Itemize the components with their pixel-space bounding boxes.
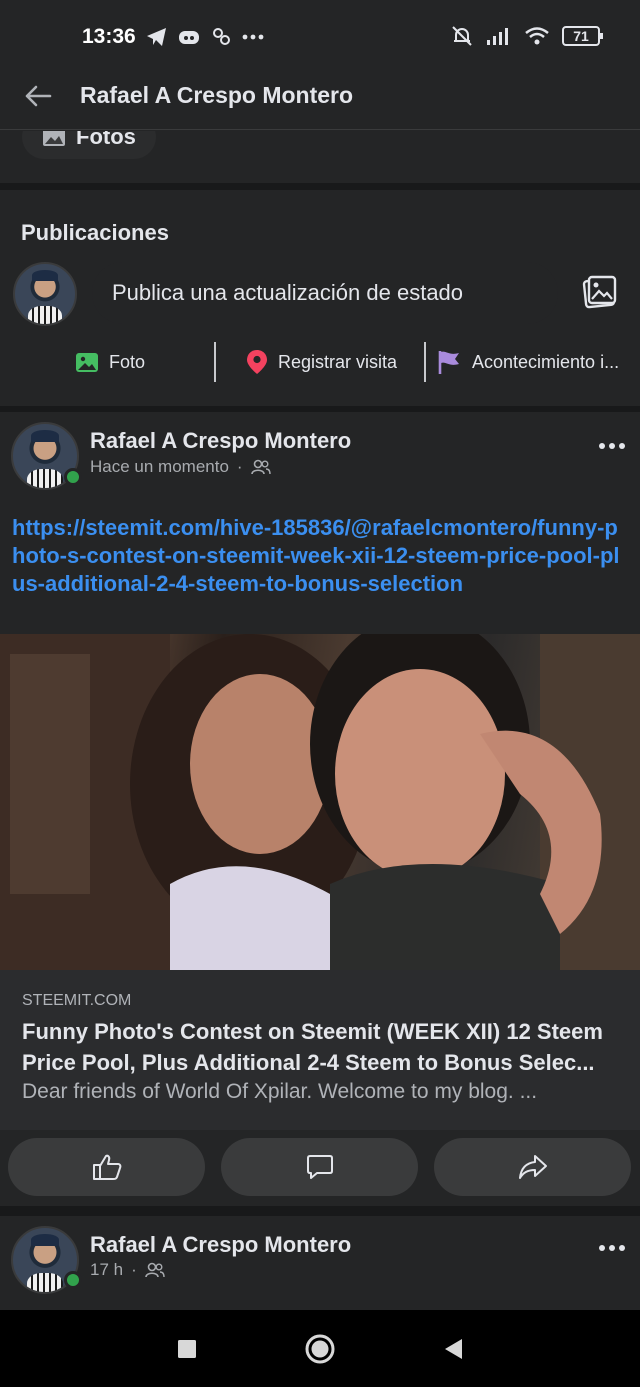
status-notification-icons bbox=[146, 26, 264, 48]
status-update-input[interactable]: Publica una actualización de estado bbox=[92, 262, 558, 324]
more-notifications-icon bbox=[242, 34, 264, 40]
post-meta: Hace un momento · bbox=[90, 457, 271, 477]
online-status-dot bbox=[64, 468, 82, 486]
discord-icon bbox=[179, 31, 199, 44]
section-divider bbox=[0, 183, 640, 190]
recents-square-icon bbox=[178, 1340, 196, 1358]
online-status-dot bbox=[64, 1271, 82, 1289]
home-circle-icon bbox=[305, 1334, 335, 1364]
like-icon bbox=[92, 1154, 121, 1180]
post-photo-illustration bbox=[0, 634, 640, 970]
home-button[interactable] bbox=[303, 1332, 337, 1366]
location-pin-icon bbox=[247, 350, 267, 374]
like-button[interactable] bbox=[8, 1138, 205, 1196]
post-photo[interactable] bbox=[0, 634, 640, 970]
meta-dot: · bbox=[131, 1260, 137, 1279]
share-icon bbox=[518, 1155, 547, 1179]
link-title: Funny Photo's Contest on Steemit (WEEK X… bbox=[22, 1019, 603, 1075]
comment-button[interactable] bbox=[221, 1138, 418, 1196]
share-button[interactable] bbox=[434, 1138, 631, 1196]
mute-bell-icon bbox=[452, 26, 472, 46]
back-arrow-icon[interactable] bbox=[22, 80, 54, 112]
feed-post: Rafael A Crespo Montero Hace un momento … bbox=[0, 412, 640, 1212]
friends-icon bbox=[250, 459, 271, 475]
wifi-icon bbox=[525, 27, 549, 45]
feed-post: Rafael A Crespo Montero 17 h · bbox=[0, 1216, 640, 1310]
photo-action-label: Foto bbox=[109, 351, 146, 372]
telegram-icon bbox=[147, 28, 166, 46]
fotos-tab-label: Fotos bbox=[76, 131, 136, 149]
comment-icon bbox=[306, 1155, 333, 1179]
status-system-icons: 71 bbox=[450, 24, 603, 48]
section-divider bbox=[0, 1206, 640, 1216]
link-preview-card[interactable]: STEEMIT.COM Funny Photo's Contest on Ste… bbox=[0, 970, 640, 1130]
check-in-button[interactable]: Registrar visita bbox=[246, 342, 424, 382]
system-navigation-bar bbox=[0, 1310, 640, 1387]
action-divider bbox=[214, 342, 216, 382]
post-author[interactable]: Rafael A Crespo Montero bbox=[90, 1232, 351, 1258]
status-bar: 13:36 71 bbox=[0, 0, 640, 62]
publications-section: Publicaciones Publica una actualización … bbox=[0, 190, 640, 406]
link-description: Dear friends of World Of Xpilar. Welcome… bbox=[22, 1080, 538, 1103]
friends-icon bbox=[144, 1262, 165, 1278]
post-link[interactable]: https://steemit.com/hive-185836/@rafaelc… bbox=[12, 514, 622, 598]
back-triangle-icon bbox=[445, 1339, 462, 1359]
photos-icon bbox=[43, 131, 65, 146]
signal-icon bbox=[487, 28, 508, 45]
back-button[interactable] bbox=[436, 1332, 470, 1366]
meta-dot: · bbox=[236, 457, 243, 476]
photo-action-button[interactable]: Foto bbox=[75, 342, 214, 382]
post-meta: 17 h · bbox=[90, 1260, 165, 1280]
post-time: 17 h bbox=[90, 1260, 124, 1279]
flag-icon bbox=[438, 351, 459, 374]
profile-tabs-peek: Fotos bbox=[0, 131, 640, 183]
photo-icon bbox=[76, 353, 98, 372]
app-header: Rafael A Crespo Montero bbox=[0, 62, 640, 130]
avatar[interactable] bbox=[13, 262, 77, 326]
recents-button[interactable] bbox=[170, 1332, 204, 1366]
more-options-icon[interactable] bbox=[598, 1244, 626, 1252]
add-photo-icon[interactable] bbox=[582, 274, 618, 310]
battery-indicator: 71 bbox=[562, 26, 603, 46]
more-options-icon[interactable] bbox=[598, 442, 626, 450]
check-in-label: Registrar visita bbox=[278, 351, 398, 372]
link-domain: STEEMIT.COM bbox=[22, 992, 132, 1009]
post-author[interactable]: Rafael A Crespo Montero bbox=[90, 428, 351, 454]
people-icon bbox=[213, 28, 230, 45]
quick-actions-bar: Foto Registrar visita Acontecimiento i..… bbox=[0, 340, 640, 384]
page-title: Rafael A Crespo Montero bbox=[80, 82, 354, 108]
publications-title: Publicaciones bbox=[21, 220, 169, 245]
status-time: 13:36 bbox=[82, 25, 136, 48]
reaction-bar bbox=[0, 1130, 640, 1212]
action-divider bbox=[424, 342, 426, 382]
life-event-button[interactable]: Acontecimiento i... bbox=[436, 342, 626, 382]
life-event-label: Acontecimiento i... bbox=[472, 351, 620, 372]
fotos-tab[interactable]: Fotos bbox=[22, 131, 156, 159]
post-time: Hace un momento bbox=[90, 457, 229, 476]
